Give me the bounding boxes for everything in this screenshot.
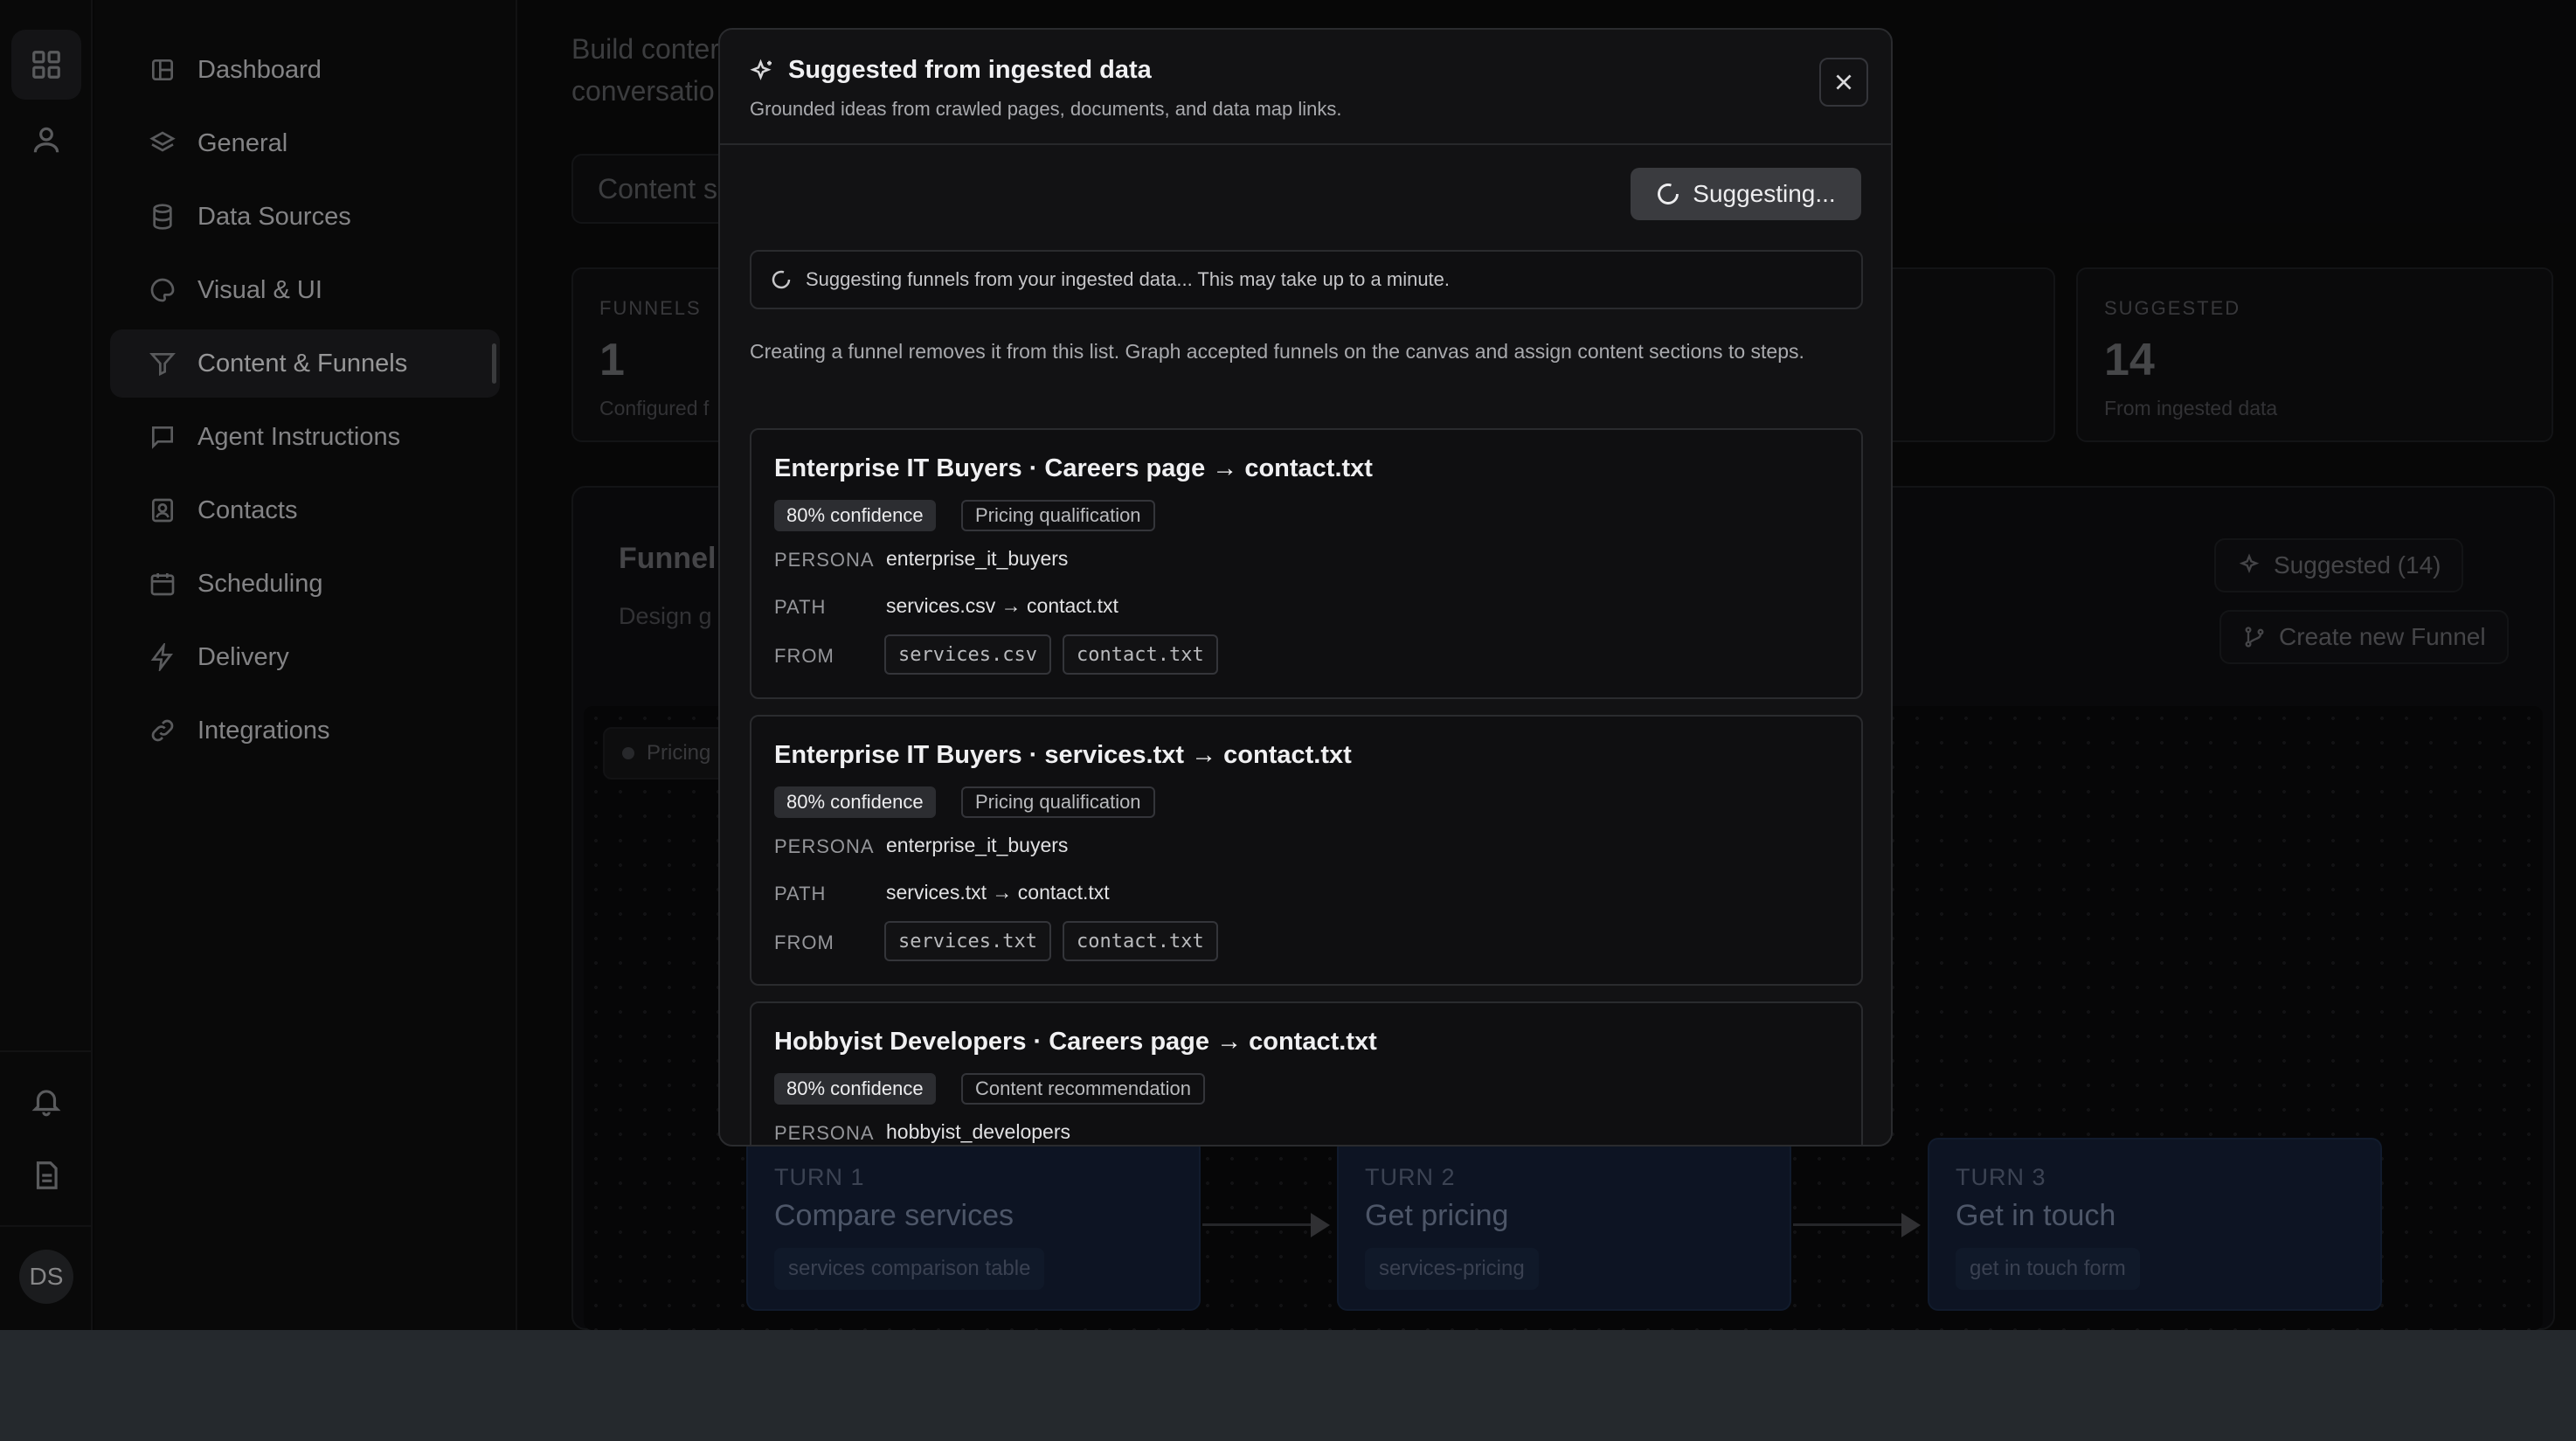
status-message: Suggesting funnels from your ingested da…: [750, 250, 1863, 309]
info-note: Creating a funnel removes it from this l…: [750, 340, 1804, 363]
path-value: services.txt → contact.txt: [886, 881, 1110, 904]
sparkles-icon: [750, 59, 772, 80]
persona-label: PERSONA: [774, 835, 875, 857]
category-badge: Pricing qualification: [961, 500, 1155, 531]
persona-label: PERSONA: [774, 549, 875, 571]
source-chip[interactable]: services.txt: [884, 921, 1051, 961]
suggestions-modal: Suggested from ingested data Grounded id…: [718, 28, 1893, 1147]
close-icon: [1836, 74, 1852, 90]
path-label: PATH: [774, 883, 827, 904]
suggestion-card[interactable]: Hobbyist Developers · Careers page → con…: [750, 1001, 1863, 1145]
spinner-icon: [1658, 184, 1679, 204]
persona-value: enterprise_it_buyers: [886, 547, 1069, 570]
category-badge: Content recommendation: [961, 1073, 1206, 1105]
path-label: PATH: [774, 596, 827, 618]
confidence-badge: 80% confidence: [774, 500, 936, 531]
category-badge: Pricing qualification: [961, 786, 1155, 818]
persona-label: PERSONA: [774, 1122, 875, 1144]
modal-title: Suggested from ingested data: [750, 56, 1152, 85]
suggest-button[interactable]: Suggesting...: [1631, 168, 1861, 220]
source-chip[interactable]: contact.txt: [1063, 634, 1218, 675]
spinner-icon: [772, 270, 791, 289]
from-label: FROM: [774, 645, 834, 667]
modal-header: Suggested from ingested data Grounded id…: [720, 30, 1891, 145]
from-label: FROM: [774, 932, 834, 953]
suggestion-card[interactable]: Enterprise IT Buyers · services.txt → co…: [750, 715, 1863, 986]
source-chip[interactable]: contact.txt: [1063, 921, 1218, 961]
card-title: Enterprise IT Buyers · services.txt → co…: [774, 741, 1352, 769]
persona-value: hobbyist_developers: [886, 1120, 1070, 1143]
path-value: services.csv → contact.txt: [886, 594, 1118, 617]
confidence-badge: 80% confidence: [774, 786, 936, 818]
modal-subtitle: Grounded ideas from crawled pages, docum…: [750, 98, 1342, 120]
card-title: Hobbyist Developers · Careers page → con…: [774, 1028, 1377, 1056]
card-title: Enterprise IT Buyers · Careers page → co…: [774, 454, 1373, 482]
suggestion-card[interactable]: Enterprise IT Buyers · Careers page → co…: [750, 428, 1863, 699]
confidence-badge: 80% confidence: [774, 1073, 936, 1105]
app-window: DS Dashboard General Data Sources Visual…: [0, 0, 2576, 1330]
source-chip[interactable]: services.csv: [884, 634, 1051, 675]
bottom-bar: [0, 1330, 2576, 1441]
persona-value: enterprise_it_buyers: [886, 834, 1069, 856]
close-button[interactable]: [1819, 58, 1868, 107]
